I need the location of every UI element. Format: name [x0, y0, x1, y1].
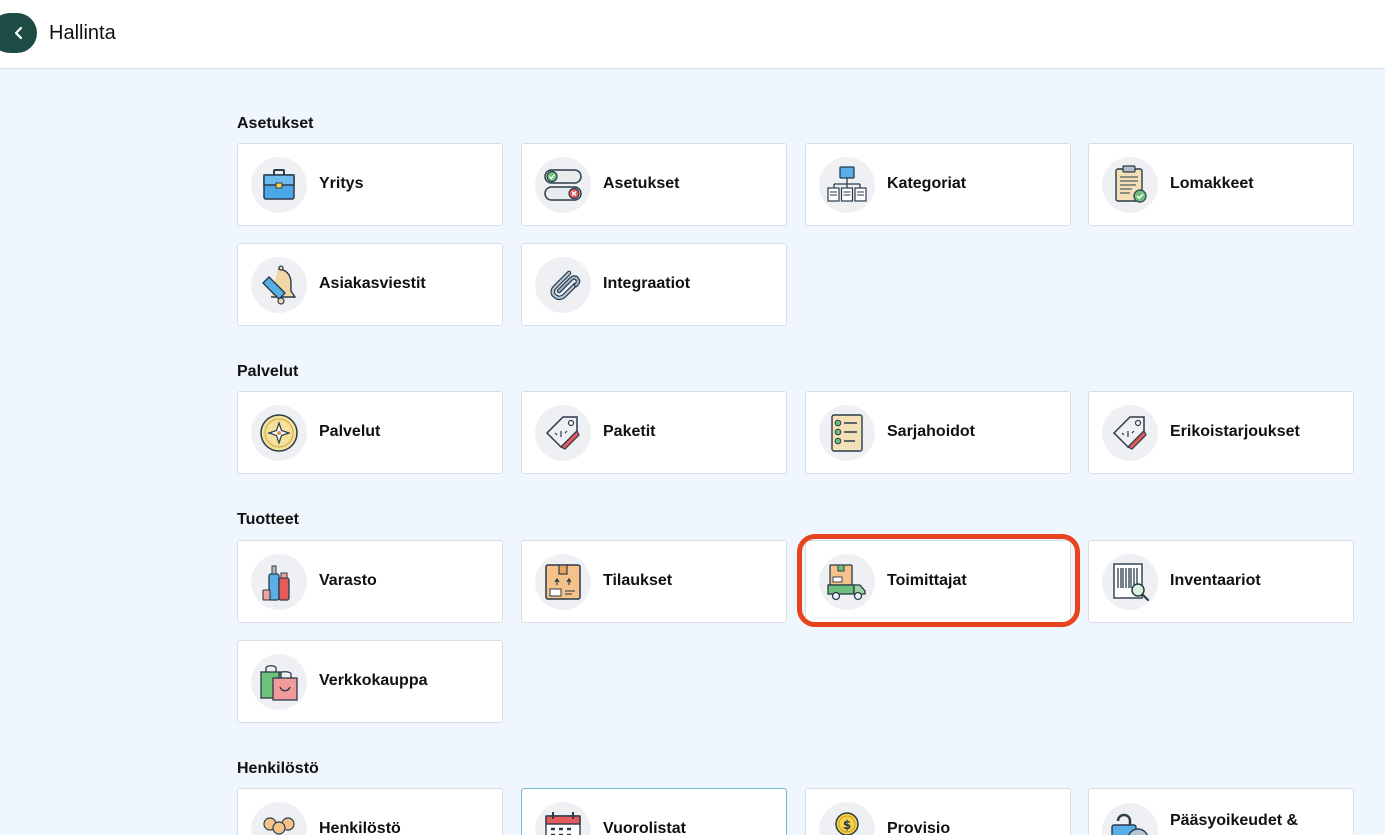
card-integraatiot[interactable]: Integraatiot [521, 243, 787, 326]
barcode-search-icon [1102, 553, 1158, 610]
cosmetics-bottles-icon [251, 553, 307, 610]
lock-key-icon [1102, 803, 1158, 835]
briefcase-icon [251, 156, 307, 213]
chevron-left-icon [14, 26, 22, 40]
calendar-icon [535, 801, 591, 835]
page-title: Hallinta [49, 22, 116, 44]
clipboard-check-icon [1102, 156, 1158, 213]
card-lomakkeet[interactable]: Lomakkeet [1088, 143, 1354, 226]
card-label: Henkilöstö [319, 820, 401, 835]
card-verkkokauppa[interactable]: Verkkokauppa [237, 640, 503, 723]
checklist-icon [819, 404, 875, 461]
card-kategoriat[interactable]: Kategoriat [805, 143, 1071, 226]
card-label: Asiakasviestit [319, 275, 426, 293]
spa-flower-icon [251, 404, 307, 461]
card-varasto[interactable]: Varasto [237, 540, 503, 623]
card-sarjahoidot[interactable]: Sarjahoidot [805, 391, 1071, 474]
card-label: Verkkokauppa [319, 672, 428, 690]
discount-tag-icon [1102, 404, 1158, 461]
card-henkilosto[interactable]: Henkilöstö [237, 788, 503, 835]
card-label: Sarjahoidot [887, 423, 976, 441]
card-vuorolistat[interactable]: Vuorolistat [521, 788, 787, 835]
card-toimittajat[interactable]: Toimittajat [805, 540, 1071, 623]
card-label: Pääsyoikeudet & [1170, 812, 1299, 829]
delivery-truck-icon [819, 553, 875, 610]
card-tilaukset[interactable]: Tilaukset [521, 540, 787, 623]
card-palvelut[interactable]: Palvelut [237, 391, 503, 474]
card-asetukset[interactable]: Asetukset [521, 143, 787, 226]
card-label: Asetukset [603, 175, 680, 193]
card-label: Lomakkeet [1170, 175, 1254, 193]
svg-text:$: $ [843, 818, 851, 832]
shopping-bag-icon [251, 653, 307, 710]
card-label: Paketit [603, 423, 656, 441]
card-yritys[interactable]: Yritys [237, 143, 503, 226]
top-bar: Hallinta [0, 0, 1385, 69]
toggle-switches-icon [535, 156, 591, 213]
staff-group-icon [251, 801, 307, 835]
card-label: Provisio [887, 820, 951, 835]
card-provisio[interactable]: $ Provisio [805, 788, 1071, 835]
package-box-icon [535, 553, 591, 610]
bell-icon [251, 256, 307, 313]
card-label: Toimittajat [887, 572, 967, 590]
coin-hand-icon: $ [819, 801, 875, 835]
card-label: Palvelut [319, 423, 381, 441]
card-label: Varasto [319, 572, 377, 590]
section-title-asetukset: Asetukset [237, 115, 314, 132]
card-label: Inventaariot [1170, 572, 1261, 590]
price-tag-icon [535, 404, 591, 461]
card-erikoistarjoukset[interactable]: Erikoistarjoukset [1088, 391, 1354, 474]
hierarchy-icon [819, 156, 875, 213]
section-title-palvelut: Palvelut [237, 363, 299, 380]
card-inventaariot[interactable]: Inventaariot [1088, 540, 1354, 623]
card-label: Vuorolistat [603, 820, 686, 835]
card-label: Yritys [319, 175, 364, 193]
section-title-tuotteet: Tuotteet [237, 511, 299, 528]
card-label: Tilaukset [603, 572, 673, 590]
section-title-henkilosto: Henkilöstö [237, 760, 319, 777]
paperclip-icon [535, 256, 591, 313]
back-button[interactable] [0, 13, 37, 53]
card-asiakasviestit[interactable]: Asiakasviestit [237, 243, 503, 326]
card-paketit[interactable]: Paketit [521, 391, 787, 474]
card-label: Integraatiot [603, 275, 691, 293]
card-label: Erikoistarjoukset [1170, 423, 1300, 441]
card-paasyoikeudet[interactable]: Pääsyoikeudet & [1088, 788, 1354, 835]
card-label: Kategoriat [887, 175, 967, 193]
